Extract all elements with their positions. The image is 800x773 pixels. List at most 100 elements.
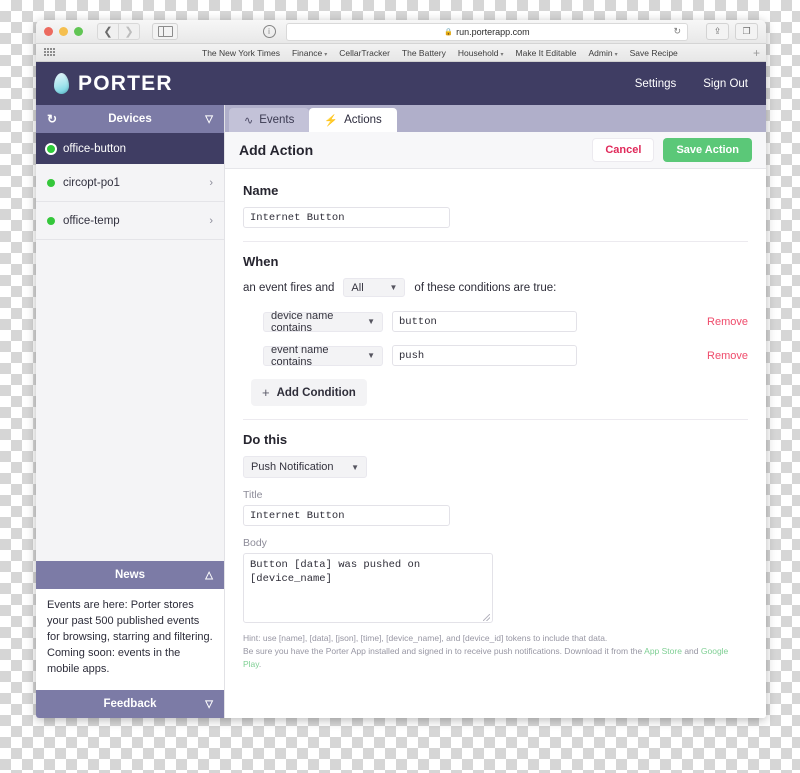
divider [243,419,748,420]
lock-icon: 🔒 [444,28,454,36]
bookmark-label: The Battery [401,47,446,58]
condition-value-input[interactable]: push [392,345,577,366]
caret-down-icon: ▼ [351,462,359,472]
bookmark-item[interactable]: Save Recipe [630,48,678,58]
lightning-bolt-icon: ⚡ [324,114,339,127]
sidebar-toggle-button[interactable] [152,23,178,40]
app-body: ↻ Devices ▽ office-button circopt-po1 › … [36,105,766,718]
name-section-label: Name [243,183,279,198]
remove-condition-link[interactable]: Remove [707,316,748,328]
chevron-down-icon[interactable]: ▽ [205,114,213,125]
name-input[interactable]: Internet Button [243,207,450,228]
sidebar-toggle-icon [157,26,173,37]
condition-list: device name contains ▼ button Remove eve… [243,310,748,368]
sidebar-item-office-button[interactable]: office-button [36,133,224,164]
settings-link[interactable]: Settings [635,78,677,90]
bookmark-item[interactable]: Make It Editable [516,48,577,58]
close-window-button[interactable] [44,27,53,36]
feedback-panel-header[interactable]: Feedback ▽ [36,690,224,718]
sign-out-link[interactable]: Sign Out [703,78,748,90]
brand[interactable]: PORTER [54,72,173,96]
device-name: office-button [63,142,127,155]
app-store-link[interactable]: App Store [644,646,682,656]
action-form: Name Internet Button When an event fires… [225,169,766,718]
device-name: office-temp [63,214,120,227]
hint-text-end: . [258,658,262,669]
header-nav: Settings Sign Out [635,78,748,90]
chevron-down-icon[interactable]: ▽ [205,699,213,710]
chevron-down-icon: ▾ [324,51,328,58]
when-prefix-text: an event fires and [243,281,335,294]
bookmark-list: The New York Times Finance ▾ CellarTracke… [202,48,678,58]
body-textarea[interactable]: Button [data] was pushed on [device_name… [243,553,493,623]
action-type-value: Push Notification [251,461,334,473]
reload-icon[interactable]: ↻ [673,26,681,37]
feedback-panel-title: Feedback [103,698,157,710]
caret-down-icon: ▼ [367,351,375,360]
caret-down-icon: ▼ [367,317,375,326]
refresh-icon[interactable]: ↻ [47,112,57,126]
title-input[interactable]: Internet Button [243,505,450,526]
caret-down-icon: ▼ [389,283,398,292]
show-tabs-icon[interactable]: ❐ [735,23,758,40]
apps-grid-icon[interactable] [44,48,55,57]
add-condition-label: Add Condition [276,386,356,399]
tab-events[interactable]: ∿ Events [229,108,310,132]
when-row: an event fires and All ▼ of these condit… [243,278,748,297]
browser-window: ❮ ❯ i 🔒 run.porterapp.com ↻ ⇪ ❐ The New … [36,20,766,718]
sidebar-item-circopt-po1[interactable]: circopt-po1 › [36,164,224,202]
when-section-label: When [243,254,279,269]
bookmark-item[interactable]: CellarTracker [339,48,390,58]
cancel-button[interactable]: Cancel [592,138,655,162]
chevron-down-icon: ▾ [500,51,504,58]
main-content: ∿ Events ⚡ Actions Add Action Cancel Sav… [225,105,766,718]
bookmark-label: Make It Editable [515,47,577,58]
status-led-online [47,216,55,225]
devices-panel-header[interactable]: ↻ Devices ▽ [36,105,224,133]
address-bar[interactable]: 🔒 run.porterapp.com ↻ [286,22,688,41]
forward-button[interactable]: ❯ [118,23,140,40]
chevron-right-icon: › [209,176,213,189]
save-action-button[interactable]: Save Action [663,138,752,162]
add-condition-button[interactable]: + Add Condition [251,379,367,406]
hint-line-2: Be sure you have the Porter App installe… [243,645,748,671]
condition-row: device name contains ▼ button Remove [243,310,748,334]
action-type-select[interactable]: Push Notification ▼ [243,456,367,478]
status-led-online [47,144,55,153]
news-panel-body: Events are here: Porter stores your past… [36,589,224,690]
condition-type-select[interactable]: device name contains ▼ [263,310,383,334]
new-tab-button[interactable]: + [753,47,760,59]
tab-bar: ∿ Events ⚡ Actions [225,105,766,132]
sidebar-item-office-temp[interactable]: office-temp › [36,202,224,240]
news-panel-header[interactable]: News △ [36,561,224,590]
bookmark-item[interactable]: Admin ▾ [588,48,617,58]
remove-condition-link[interactable]: Remove [707,350,748,362]
minimize-window-button[interactable] [59,27,68,36]
condition-value-input[interactable]: button [392,311,577,332]
back-button[interactable]: ❮ [97,23,118,40]
app-header: PORTER Settings Sign Out [36,62,766,105]
bookmark-item[interactable]: The Battery [402,48,446,58]
match-type-select[interactable]: All ▼ [343,278,406,297]
pulse-icon: ∿ [244,114,254,127]
body-field-label: Body [243,537,267,549]
porter-app: PORTER Settings Sign Out ↻ Devices ▽ off… [36,62,766,718]
navigation-buttons: ❮ ❯ [97,23,140,40]
page-info-button[interactable]: i [260,24,278,39]
bookmark-item[interactable]: The New York Times [202,48,280,58]
share-icon[interactable]: ⇪ [706,23,729,40]
title-field-label: Title [243,489,263,501]
bookmark-label: Finance [291,47,323,58]
tab-actions[interactable]: ⚡ Actions [309,108,397,132]
hint-line-1: Hint: use [name], [data], [json], [time]… [243,633,608,643]
hints: Hint: use [name], [data], [json], [time]… [243,632,748,670]
sidebar-spacer [36,240,224,562]
condition-type-select[interactable]: event name contains ▼ [263,343,383,368]
bookmark-item[interactable]: Household ▾ [458,48,504,58]
condition-type-value: event name contains [271,343,329,368]
maximize-window-button[interactable] [74,27,83,36]
resize-handle-icon[interactable] [483,614,490,621]
bookmark-item[interactable]: Finance ▾ [292,48,327,58]
chevron-up-icon[interactable]: △ [205,570,213,581]
action-header: Add Action Cancel Save Action [225,132,766,169]
